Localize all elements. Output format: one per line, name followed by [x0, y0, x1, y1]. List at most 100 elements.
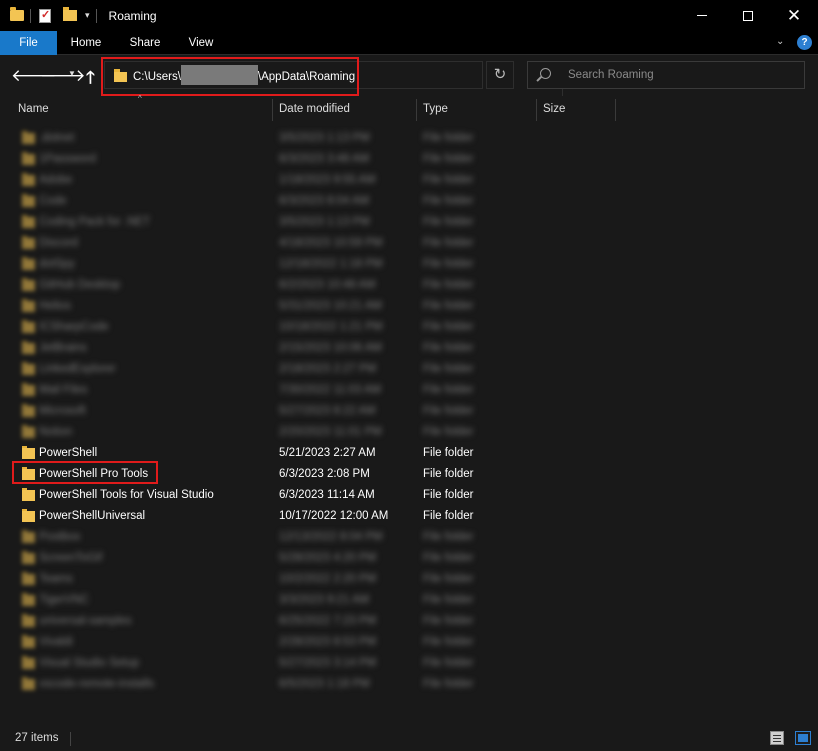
folder-icon[interactable] — [10, 7, 24, 21]
column-header-size[interactable]: Size — [543, 103, 565, 115]
search-box[interactable]: Search Roaming — [527, 61, 805, 89]
help-icon[interactable]: ? — [797, 35, 812, 50]
file-type: File folder — [423, 573, 474, 585]
file-name[interactable]: Postbox — [39, 531, 81, 543]
file-row[interactable]: JetBrains 2/15/2023 10:06 AM File folder — [0, 338, 818, 359]
file-name[interactable]: Code — [39, 195, 67, 207]
file-row[interactable]: ICSharpCode 10/18/2022 1:21 PM File folder — [0, 317, 818, 338]
file-row[interactable]: vscode-remote-installs 6/5/2023 1:18 PM Fi… — [0, 674, 818, 695]
folder-icon — [22, 404, 35, 417]
file-name[interactable]: Microsoft — [39, 405, 86, 417]
file-row[interactable]: TigerVNC 3/3/2023 9:21 AM File folder — [0, 590, 818, 611]
minimize-button[interactable] — [679, 0, 725, 31]
file-name[interactable]: Discord — [39, 237, 78, 249]
file-row[interactable]: ScreenToGif 5/28/2023 4:20 PM File folder — [0, 548, 818, 569]
file-date-modified: 7/30/2022 11:03 AM — [279, 384, 382, 396]
file-row[interactable]: Notion 2/20/2023 11:01 PM File folder — [0, 422, 818, 443]
column-divider[interactable] — [536, 99, 537, 121]
file-row[interactable]: Microsoft 5/27/2023 8:22 AM File folder — [0, 401, 818, 422]
file-row[interactable]: PowerShellUniversal 10/17/2022 12:00 AM Fi… — [0, 506, 818, 527]
file-name[interactable]: Mail Files — [39, 384, 88, 396]
file-row[interactable]: dotSpy 12/18/2022 1:18 PM File folder — [0, 254, 818, 275]
file-name[interactable]: vscode-remote-installs — [39, 678, 154, 690]
file-row[interactable]: Helios 5/31/2023 10:21 AM File folder — [0, 296, 818, 317]
column-header-date-modified[interactable]: Date modified — [279, 103, 350, 115]
new-folder-icon[interactable] — [63, 7, 77, 21]
forward-arrow-icon[interactable]: 🡒 — [40, 66, 86, 86]
file-name[interactable]: .dotnet — [39, 132, 74, 144]
folder-icon — [22, 614, 35, 627]
file-name[interactable]: GitHub Desktop — [39, 279, 120, 291]
file-type: File folder — [423, 489, 474, 501]
file-row[interactable]: LinkedExplorer 2/18/2023 2:27 PM File fold… — [0, 359, 818, 380]
file-name[interactable]: Helios — [39, 300, 71, 312]
file-row[interactable]: Mail Files 7/30/2022 11:03 AM File folder — [0, 380, 818, 401]
file-row[interactable]: Code 6/3/2023 8:04 AM File folder — [0, 191, 818, 212]
file-row[interactable]: PowerShell Tools for Visual Studio 6/3/20… — [0, 485, 818, 506]
file-type: File folder — [423, 552, 474, 564]
file-name[interactable]: PowerShell Tools for Visual Studio — [39, 489, 214, 501]
file-row[interactable]: Adobe 1/18/2023 9:55 AM File folder — [0, 170, 818, 191]
file-date-modified: 4/18/2023 10:59 PM — [279, 237, 383, 249]
file-row[interactable]: Vivaldi 2/28/2023 8:53 PM File folder — [0, 632, 818, 653]
file-name[interactable]: Notion — [39, 426, 72, 438]
column-header-type[interactable]: Type — [423, 103, 448, 115]
tab-file[interactable]: File — [0, 31, 57, 55]
large-icons-view-icon[interactable] — [795, 731, 811, 745]
file-type: File folder — [423, 510, 474, 522]
file-row[interactable]: Discord 4/18/2023 10:59 PM File folder — [0, 233, 818, 254]
column-divider[interactable] — [615, 99, 616, 121]
toolbar-separator — [95, 8, 97, 23]
file-name[interactable]: ScreenToGif — [39, 552, 102, 564]
file-row[interactable]: Postbox 12/13/2022 8:04 PM File folder — [0, 527, 818, 548]
file-name[interactable]: Vivaldi — [39, 636, 73, 648]
maximize-icon — [743, 10, 753, 21]
recent-locations-chevron-icon[interactable]: ▼ — [68, 69, 76, 78]
file-name[interactable]: TigerVNC — [39, 594, 89, 606]
customize-toolbar-dropdown-icon[interactable]: ▾ — [85, 10, 90, 21]
up-arrow-icon[interactable]: 🡑 — [86, 65, 95, 94]
file-type: File folder — [423, 615, 474, 627]
file-row[interactable]: Coding Pack for .NET 3/5/2023 1:13 PM File… — [0, 212, 818, 233]
details-view-icon[interactable] — [770, 731, 784, 745]
tab-share[interactable]: Share — [124, 31, 166, 55]
file-name[interactable]: dotSpy — [39, 258, 75, 270]
file-row[interactable]: Visual Studio Setup 5/27/2023 3:14 PM File… — [0, 653, 818, 674]
column-divider[interactable] — [416, 99, 417, 121]
file-name[interactable]: ICSharpCode — [39, 321, 109, 333]
expand-ribbon-chevron-icon[interactable]: ⌄ — [776, 36, 784, 47]
file-row[interactable]: GitHub Desktop 6/2/2023 10:48 AM File fold… — [0, 275, 818, 296]
folder-icon — [22, 194, 35, 207]
file-date-modified: 6/2/2023 10:48 AM — [279, 279, 376, 291]
file-name[interactable]: PowerShellUniversal — [39, 510, 145, 522]
folder-icon — [22, 383, 35, 396]
tab-home[interactable]: Home — [62, 31, 110, 55]
file-type: File folder — [423, 384, 474, 396]
properties-icon[interactable] — [39, 8, 51, 23]
file-name[interactable]: universal-samples — [39, 615, 132, 627]
file-date-modified: 5/31/2023 10:21 AM — [279, 300, 382, 312]
file-name[interactable]: Coding Pack for .NET — [39, 216, 150, 228]
file-name[interactable]: LinkedExplorer — [39, 363, 116, 375]
file-name[interactable]: Visual Studio Setup — [39, 657, 139, 669]
tab-view[interactable]: View — [182, 31, 220, 55]
file-name[interactable]: Adobe — [39, 174, 72, 186]
maximize-button[interactable] — [725, 0, 771, 31]
file-row[interactable]: .dotnet 3/5/2023 1:13 PM File folder — [0, 128, 818, 149]
file-type: File folder — [423, 195, 474, 207]
column-divider[interactable] — [272, 99, 273, 121]
folder-icon — [22, 152, 35, 165]
column-header-name[interactable]: Name — [18, 103, 49, 115]
file-row[interactable]: Teams 10/2/2022 2:20 PM File folder — [0, 569, 818, 590]
file-row[interactable]: 1Password 6/3/2023 3:48 AM File folder — [0, 149, 818, 170]
folder-icon — [22, 635, 35, 648]
file-type: File folder — [423, 321, 474, 333]
file-row[interactable]: universal-samples 6/25/2022 7:23 PM File f… — [0, 611, 818, 632]
file-date-modified: 6/3/2023 11:14 AM — [279, 489, 375, 501]
close-button[interactable]: ✕ — [771, 0, 817, 31]
file-name[interactable]: Teams — [39, 573, 73, 585]
file-name[interactable]: 1Password — [39, 153, 96, 165]
file-name[interactable]: PowerShell — [39, 447, 97, 459]
refresh-button[interactable]: ↻ — [486, 61, 514, 89]
file-name[interactable]: JetBrains — [39, 342, 87, 354]
